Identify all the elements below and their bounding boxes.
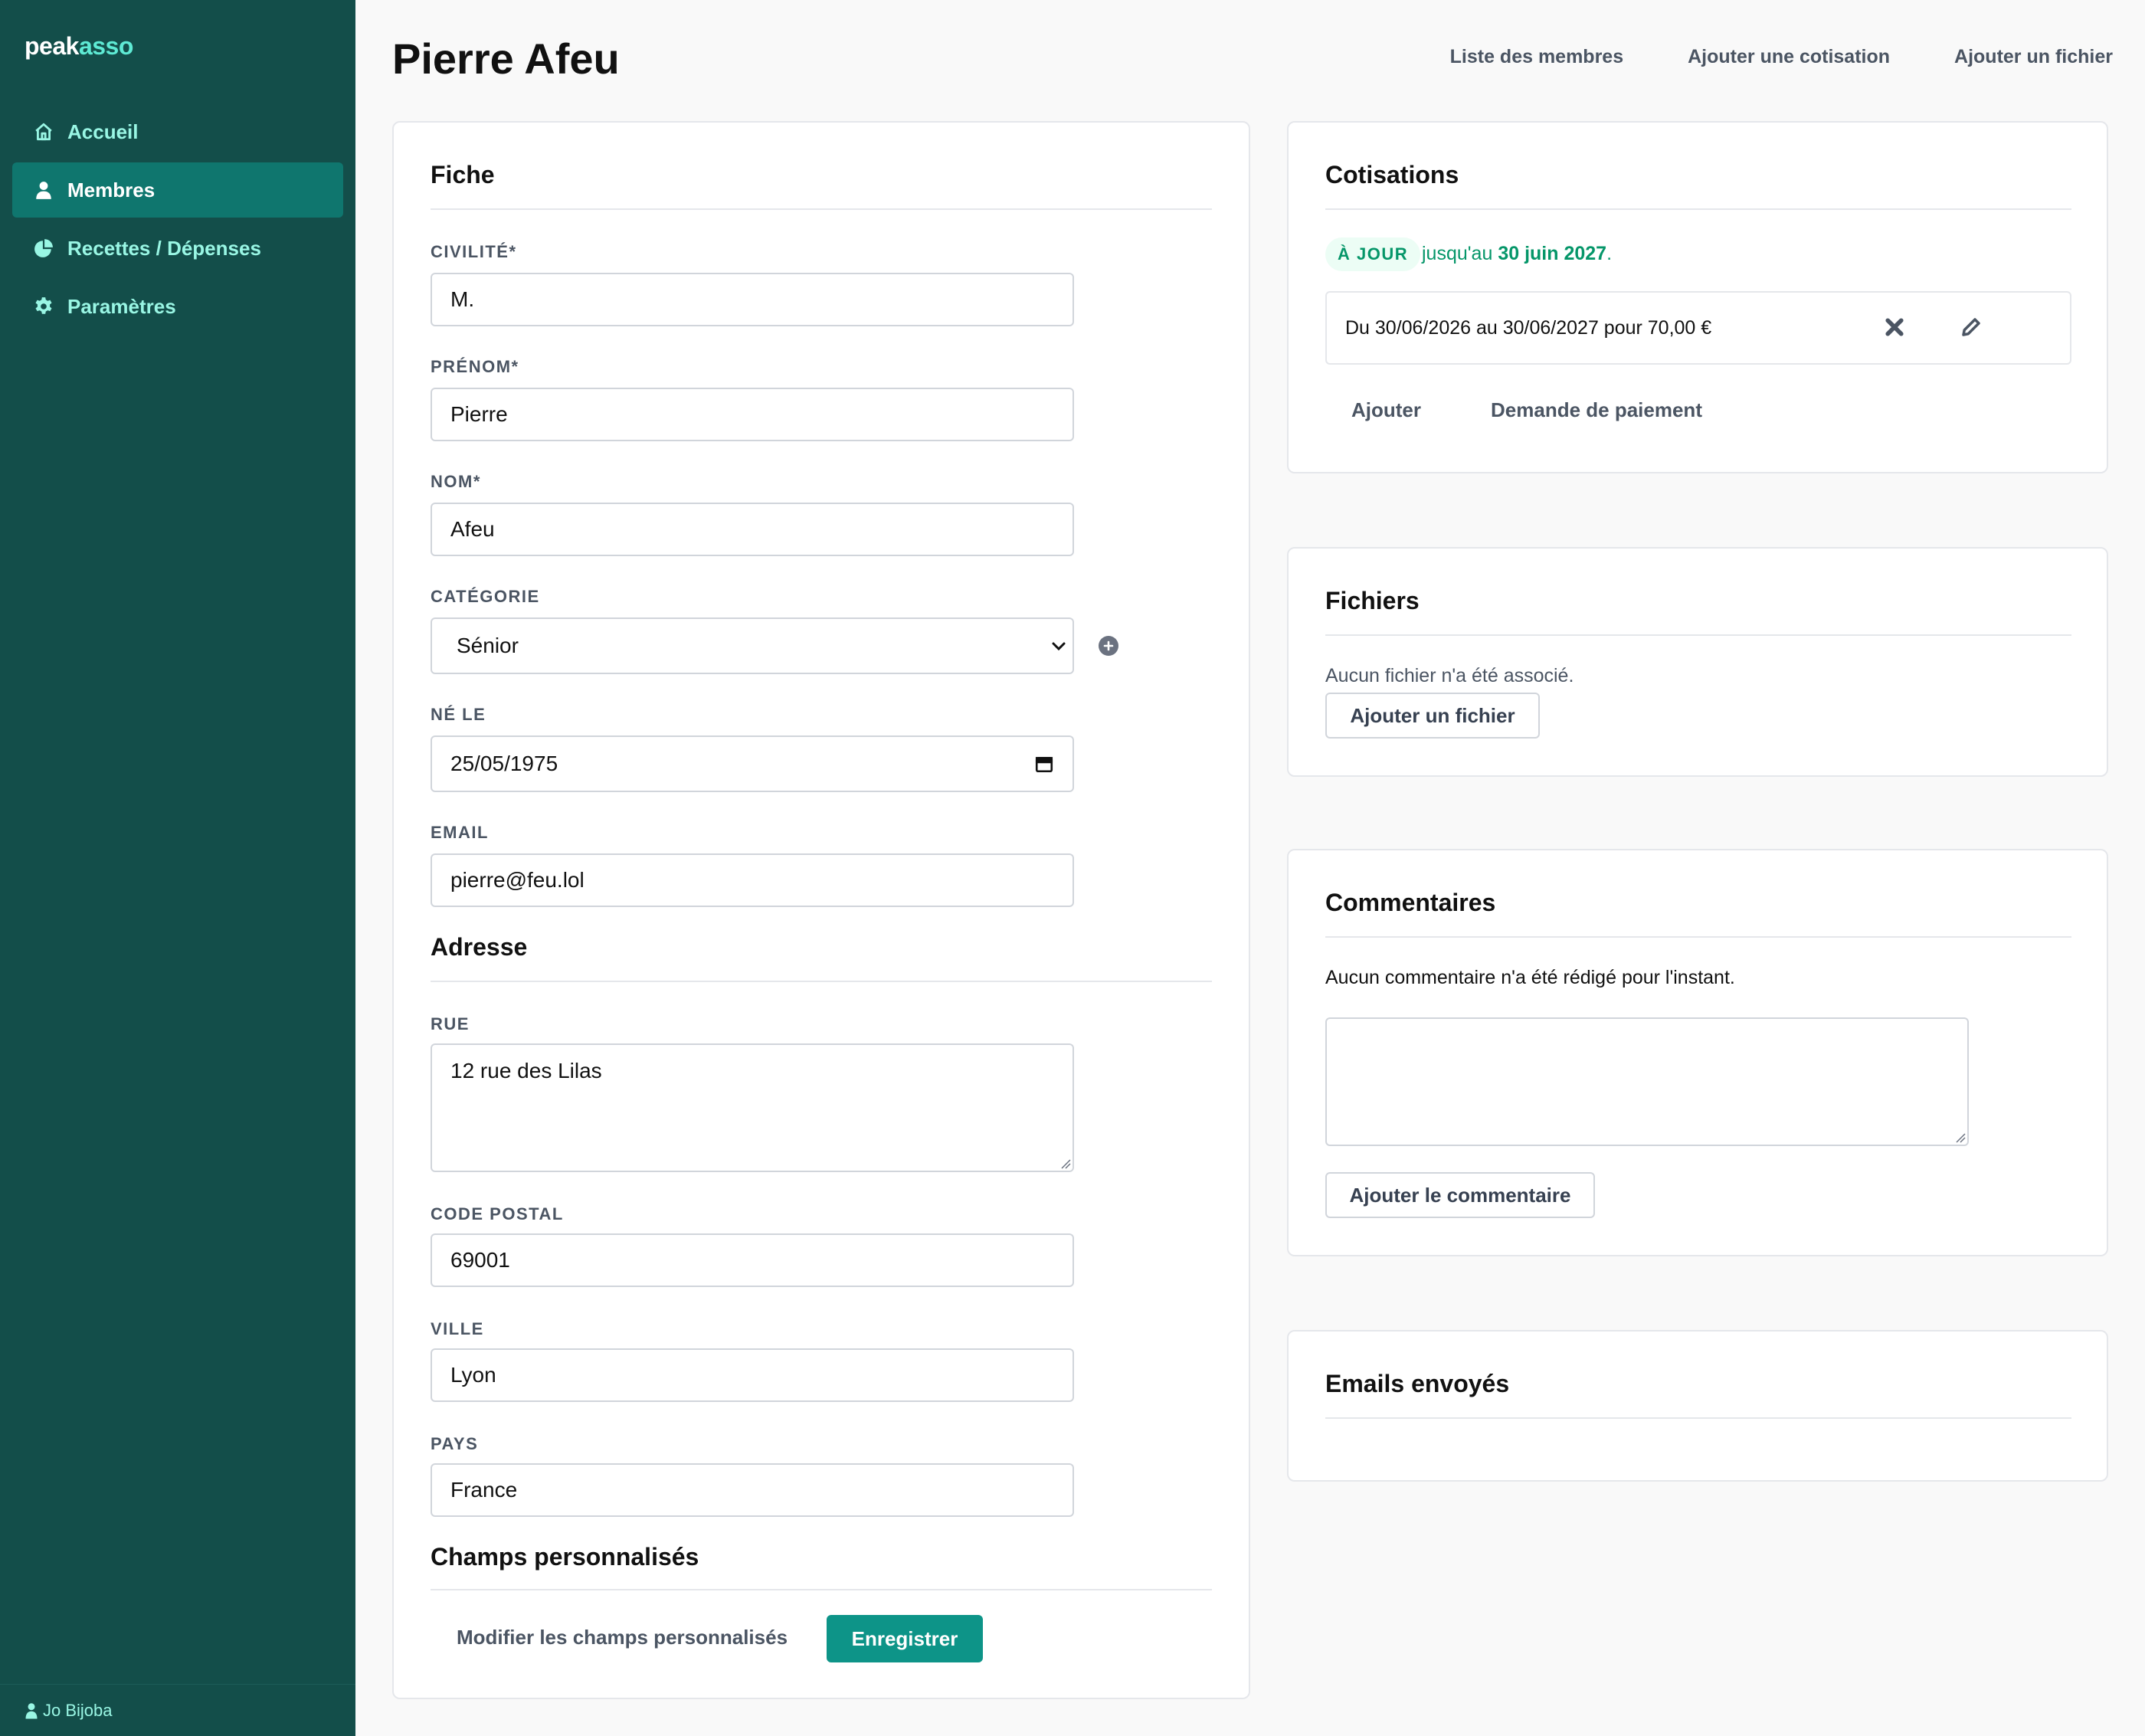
- sidebar-item-accueil[interactable]: Accueil: [12, 104, 343, 159]
- nom-label: NOM*: [431, 472, 481, 491]
- commentaires-card: Commentaires Aucun commentaire n'a été r…: [1287, 849, 2108, 1256]
- pie-chart-icon: [31, 235, 57, 261]
- cotisation-entry: Du 30/06/2026 au 30/06/2027 pour 70,00 €: [1325, 291, 2071, 365]
- nom-field[interactable]: Afeu: [431, 503, 1074, 556]
- commentaires-title: Commentaires: [1325, 889, 1496, 916]
- members-list-link[interactable]: Liste des membres: [1450, 46, 1624, 68]
- civilite-field[interactable]: M.: [431, 273, 1074, 326]
- home-icon: [31, 119, 57, 145]
- resize-handle-icon[interactable]: [1953, 1131, 1966, 1143]
- add-file-link[interactable]: Ajouter un fichier: [1954, 46, 2113, 68]
- comments-empty-text: Aucun commentaire n'a été rédigé pour l'…: [1325, 967, 1735, 988]
- cotisations-card: Cotisations À JOUR jusqu'au 30 juin 2027…: [1287, 121, 2108, 473]
- divider: [1325, 634, 2071, 636]
- edit-icon[interactable]: [1960, 316, 1983, 339]
- files-empty-text: Aucun fichier n'a été associé.: [1325, 665, 1574, 686]
- top-actions: Liste des membres Ajouter une cotisation…: [1450, 46, 2113, 68]
- ne-le-label: NÉ LE: [431, 705, 486, 724]
- sidebar-item-membres[interactable]: Membres: [12, 162, 343, 218]
- pays-field[interactable]: France: [431, 1463, 1074, 1517]
- divider: [1325, 1417, 2071, 1419]
- sidebar-item-parametres[interactable]: Paramètres: [12, 279, 343, 334]
- prenom-field[interactable]: Pierre: [431, 388, 1074, 441]
- birthdate-field[interactable]: 25/05/1975: [431, 735, 1074, 792]
- divider: [1325, 936, 2071, 938]
- divider: [431, 981, 1212, 982]
- ville-field[interactable]: Lyon: [431, 1348, 1074, 1402]
- divider: [1325, 208, 2071, 210]
- pays-label: PAYS: [431, 1434, 479, 1453]
- divider: [431, 1589, 1212, 1590]
- chevron-down-icon: [1050, 637, 1068, 655]
- code-postal-field[interactable]: 69001: [431, 1233, 1074, 1287]
- code-postal-label: CODE POSTAL: [431, 1204, 564, 1223]
- sidebar-item-label: Membres: [67, 178, 156, 201]
- save-button[interactable]: Enregistrer: [827, 1615, 983, 1662]
- gear-icon: [31, 293, 57, 319]
- categorie-value: Sénior: [457, 634, 519, 657]
- categorie-select[interactable]: Sénior: [431, 617, 1074, 674]
- sidebar-nav: Accueil Membres Recettes / Dépenses Para…: [12, 104, 343, 337]
- fiche-card: Fiche CIVILITÉ* M. PRÉNOM* Pierre NOM* A…: [392, 121, 1250, 1699]
- add-comment-button[interactable]: Ajouter le commentaire: [1325, 1172, 1595, 1218]
- sidebar-item-label: Paramètres: [67, 294, 176, 318]
- categorie-label: CATÉGORIE: [431, 587, 540, 606]
- page-title: Pierre Afeu: [392, 34, 620, 83]
- divider: [431, 208, 1212, 210]
- current-user[interactable]: Jo Bijoba: [0, 1684, 355, 1736]
- delete-icon[interactable]: [1883, 316, 1906, 339]
- email-label: EMAIL: [431, 823, 489, 842]
- fichiers-title: Fichiers: [1325, 587, 1420, 614]
- rue-textarea[interactable]: 12 rue des Lilas: [431, 1043, 1074, 1172]
- add-cotisation-button[interactable]: Ajouter: [1351, 398, 1421, 422]
- add-category-icon[interactable]: [1099, 636, 1118, 656]
- add-cotisation-link[interactable]: Ajouter une cotisation: [1688, 46, 1890, 68]
- cotisations-title: Cotisations: [1325, 161, 1459, 188]
- civilite-label: CIVILITÉ*: [431, 242, 517, 261]
- emails-title: Emails envoyés: [1325, 1370, 1510, 1397]
- cotisation-entry-text: Du 30/06/2026 au 30/06/2027 pour 70,00 €: [1345, 317, 1712, 339]
- prenom-label: PRÉNOM*: [431, 357, 519, 376]
- adresse-title: Adresse: [431, 933, 528, 961]
- sidebar-item-recettes-depenses[interactable]: Recettes / Dépenses: [12, 221, 343, 276]
- emails-card: Emails envoyés: [1287, 1330, 2108, 1482]
- sidebar-item-label: Accueil: [67, 120, 139, 143]
- resize-handle-icon[interactable]: [1059, 1157, 1071, 1169]
- ville-label: VILLE: [431, 1319, 484, 1338]
- sidebar-item-label: Recettes / Dépenses: [67, 236, 261, 260]
- current-user-name: Jo Bijoba: [43, 1700, 113, 1720]
- app-logo[interactable]: peakasso: [25, 32, 133, 61]
- birthdate-value: 25/05/1975: [450, 752, 558, 775]
- rue-value: 12 rue des Lilas: [450, 1059, 602, 1083]
- rue-label: RUE: [431, 1014, 470, 1033]
- calendar-icon[interactable]: [1034, 754, 1054, 774]
- modify-custom-fields-button[interactable]: Modifier les champs personnalisés: [457, 1626, 788, 1649]
- status-text: jusqu'au 30 juin 2027.: [1422, 243, 1613, 264]
- user-icon: [25, 1702, 38, 1718]
- custom-fields-title: Champs personnalisés: [431, 1543, 699, 1571]
- comment-textarea[interactable]: [1325, 1017, 1969, 1146]
- fichiers-card: Fichiers Aucun fichier n'a été associé. …: [1287, 547, 2108, 777]
- sidebar: peakasso Accueil Membres Recettes / Dépe…: [0, 0, 355, 1736]
- payment-request-button[interactable]: Demande de paiement: [1491, 398, 1702, 422]
- fiche-title: Fiche: [431, 161, 495, 188]
- status-badge: À JOUR: [1325, 237, 1421, 271]
- add-file-button[interactable]: Ajouter un fichier: [1325, 693, 1540, 739]
- user-icon: [31, 177, 57, 203]
- email-field[interactable]: pierre@feu.lol: [431, 853, 1074, 907]
